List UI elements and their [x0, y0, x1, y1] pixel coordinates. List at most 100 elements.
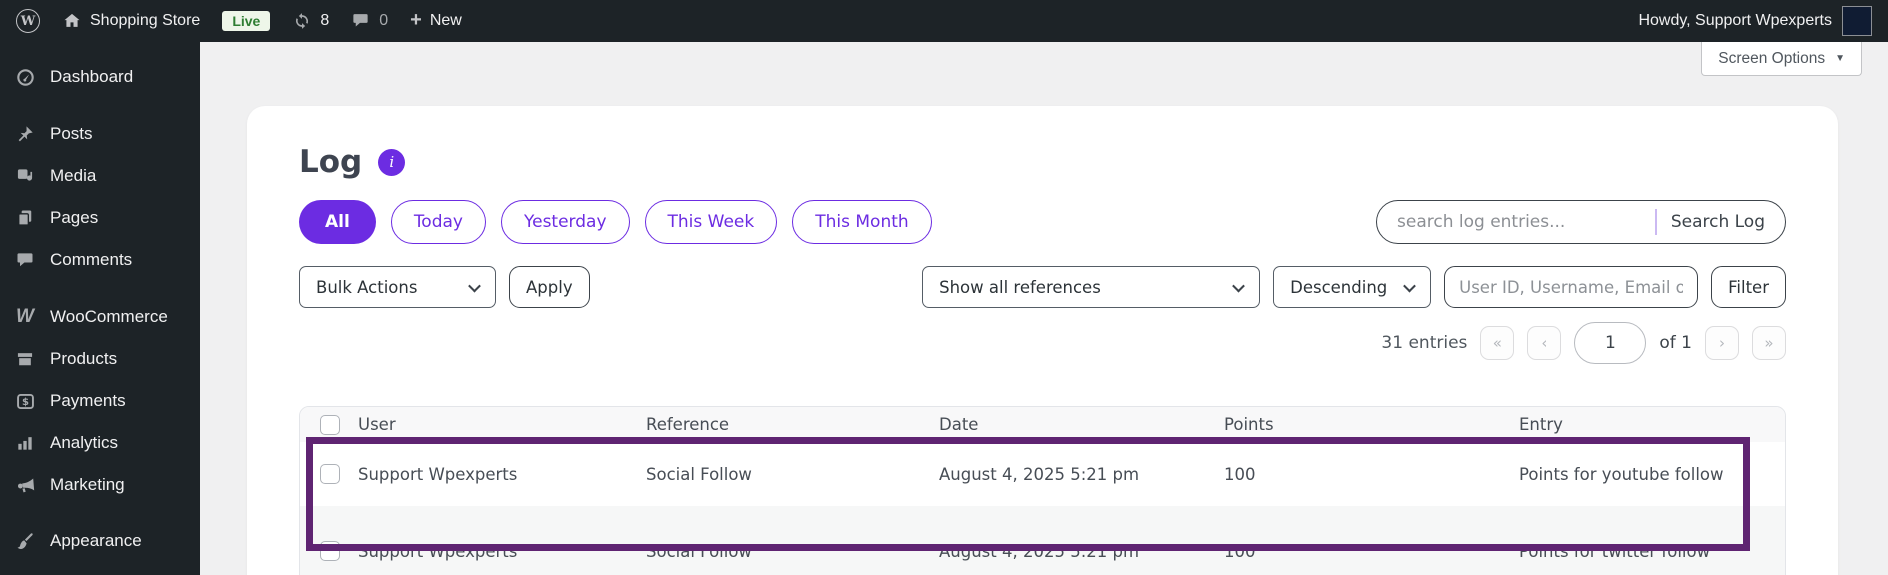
select-all-checkbox[interactable]: [320, 414, 340, 435]
sidebar-item-pages[interactable]: Pages: [0, 197, 200, 239]
wordpress-menu[interactable]: W: [16, 9, 40, 33]
site-name-link[interactable]: Shopping Store: [62, 11, 200, 31]
sidebar-label: Payments: [50, 391, 126, 410]
chevron-down-icon: ▼: [1835, 53, 1845, 64]
search-input[interactable]: [1397, 212, 1641, 232]
sidebar-label: Marketing: [50, 475, 125, 494]
sidebar-label: Comments: [50, 250, 133, 269]
bar-chart-icon: [14, 432, 36, 454]
apply-button[interactable]: Apply: [509, 266, 590, 308]
cell-entry: Points for youtube follow: [1519, 464, 1724, 484]
home-icon: [62, 11, 82, 31]
sort-order-select[interactable]: Descending: [1273, 266, 1432, 308]
live-badge: Live: [222, 11, 271, 31]
column-header-points[interactable]: Points: [1224, 415, 1519, 434]
sidebar-label: Media: [50, 166, 97, 185]
chevron-down-icon: [1232, 279, 1245, 292]
cell-date: August 4, 2025 5:21 pm: [939, 464, 1140, 484]
product-box-icon: [14, 348, 36, 370]
dashboard-icon: [14, 66, 36, 88]
next-page-button[interactable]: ›: [1705, 326, 1739, 360]
megaphone-icon: [14, 474, 36, 496]
table-header-row: User Reference Date Points Entry: [300, 407, 1785, 442]
pages-icon: [14, 207, 36, 229]
cell-points: 100: [1224, 464, 1256, 484]
sidebar-label: Posts: [50, 124, 93, 143]
total-pages-label: of 1: [1659, 333, 1692, 353]
reference-filter-select[interactable]: Show all references: [922, 266, 1261, 308]
sidebar-item-marketing[interactable]: Marketing: [0, 464, 200, 506]
last-page-button[interactable]: »: [1752, 326, 1786, 360]
column-header-date[interactable]: Date: [939, 415, 1224, 434]
woocommerce-icon: W: [16, 306, 34, 327]
sidebar-item-dashboard[interactable]: Dashboard: [0, 56, 200, 98]
current-page-input[interactable]: [1574, 322, 1647, 364]
updates-count: 8: [320, 12, 330, 29]
bulk-actions-select[interactable]: Bulk Actions: [299, 266, 496, 308]
pill-this-month[interactable]: This Month: [792, 200, 932, 244]
pill-all[interactable]: All: [299, 200, 376, 244]
pill-yesterday[interactable]: Yesterday: [500, 200, 630, 244]
table-row: Support Wpexperts Social Follow August 4…: [300, 506, 1785, 575]
wordpress-logo-icon: W: [16, 9, 40, 33]
updates-icon: [292, 11, 312, 31]
sidebar-label: WooCommerce: [50, 307, 168, 326]
sidebar-label: Dashboard: [50, 67, 134, 86]
sidebar-label: Appearance: [50, 531, 142, 550]
reference-filter-value: Show all references: [939, 277, 1101, 297]
cell-points: 100: [1224, 541, 1256, 561]
column-header-user[interactable]: User: [358, 415, 646, 434]
user-avatar[interactable]: [1842, 6, 1872, 36]
pin-icon: [14, 123, 36, 145]
cell-entry: Points for twitter follow: [1519, 541, 1711, 561]
info-icon[interactable]: i: [378, 148, 406, 176]
table-row: Support Wpexperts Social Follow August 4…: [300, 442, 1785, 506]
sidebar-item-products[interactable]: Products: [0, 338, 200, 380]
sidebar-item-media[interactable]: Media: [0, 155, 200, 197]
comments-link[interactable]: 0: [351, 11, 388, 31]
sidebar-item-woocommerce[interactable]: W WooCommerce: [0, 296, 200, 338]
updates-link[interactable]: 8: [292, 11, 329, 31]
cell-reference: Social Follow: [646, 541, 752, 561]
cell-reference: Social Follow: [646, 464, 752, 484]
sidebar-item-posts[interactable]: Posts: [0, 113, 200, 155]
row-checkbox[interactable]: [320, 541, 340, 561]
screen-options-label: Screen Options: [1718, 49, 1826, 67]
new-content-link[interactable]: + New: [410, 9, 462, 31]
admin-bar: W Shopping Store Live 8 0 + New Howdy, S…: [0, 0, 1888, 42]
first-page-button[interactable]: «: [1480, 326, 1515, 360]
pill-today[interactable]: Today: [390, 200, 486, 244]
sidebar-item-analytics[interactable]: Analytics: [0, 422, 200, 464]
sidebar-label: Products: [50, 349, 118, 368]
chevron-down-icon: [468, 279, 481, 292]
page-title: Log: [299, 144, 363, 180]
admin-sidebar: Dashboard Posts Media Pages Comments W W…: [0, 42, 200, 575]
user-filter-input[interactable]: [1444, 266, 1699, 308]
comment-bubble-icon: [351, 11, 371, 31]
main-content-area: Screen Options ▼ Log i All Today Yesterd…: [200, 42, 1888, 575]
sort-order-value: Descending: [1290, 277, 1388, 297]
dollar-card-icon: $: [14, 390, 36, 412]
cell-date: August 4, 2025 5:21 pm: [939, 541, 1140, 561]
sidebar-label: Pages: [50, 208, 99, 227]
log-table: User Reference Date Points Entry Support…: [299, 406, 1786, 575]
entries-count: 31 entries: [1381, 333, 1468, 353]
search-log-button[interactable]: Search Log: [1671, 212, 1765, 232]
pill-this-week[interactable]: This Week: [644, 200, 778, 244]
new-label: New: [429, 12, 462, 29]
row-checkbox[interactable]: [320, 464, 340, 484]
howdy-text[interactable]: Howdy, Support Wpexperts: [1638, 12, 1832, 30]
svg-text:$: $: [22, 397, 29, 408]
sidebar-item-comments[interactable]: Comments: [0, 239, 200, 281]
plus-icon: +: [410, 9, 422, 31]
filter-button[interactable]: Filter: [1711, 266, 1786, 308]
column-header-reference[interactable]: Reference: [646, 415, 939, 434]
sidebar-item-payments[interactable]: $ Payments: [0, 380, 200, 422]
cell-user: Support Wpexperts: [358, 464, 518, 484]
log-card: Log i All Today Yesterday This Week This…: [247, 106, 1838, 575]
screen-options-toggle[interactable]: Screen Options ▼: [1701, 42, 1862, 76]
prev-page-button[interactable]: ‹: [1527, 326, 1562, 360]
comments-count: 0: [379, 12, 389, 29]
sidebar-item-appearance[interactable]: Appearance: [0, 520, 200, 562]
column-header-entry[interactable]: Entry: [1519, 415, 1785, 434]
